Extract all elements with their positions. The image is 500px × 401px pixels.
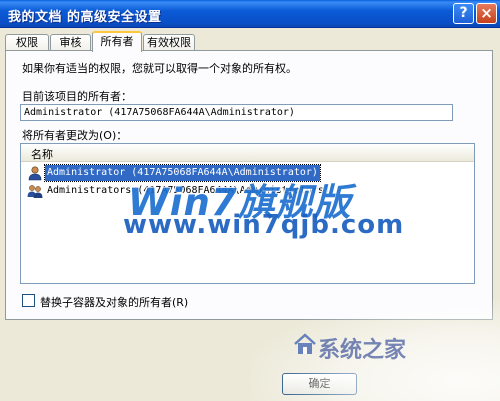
watermark-site-name: 系统之家 xyxy=(318,338,407,363)
intro-text: 如果你有适当的权限，您就可以取得一个对象的所有权。 xyxy=(22,62,297,75)
house-logo-icon xyxy=(294,333,316,354)
tab-owner[interactable]: 所有者 xyxy=(92,31,142,52)
watermark-url: www.win7qjb.com xyxy=(123,210,405,240)
list-header[interactable]: 名称 xyxy=(21,144,474,162)
ok-button[interactable]: 确定 xyxy=(282,373,357,395)
change-owner-label: 将所有者更改为(O)： xyxy=(22,129,128,142)
replace-owner-checkbox[interactable] xyxy=(22,294,35,307)
current-owner-field[interactable]: Administrator (417A75068FA644A\Administr… xyxy=(20,104,453,121)
column-name-header: 名称 xyxy=(31,148,53,161)
window-title: 我的文档 的高级安全设置 xyxy=(8,10,162,25)
tab-auditing[interactable]: 审核 xyxy=(50,34,91,51)
current-owner-label: 目前该项目的所有者： xyxy=(22,90,132,103)
tab-effective-permissions[interactable]: 有效权限 xyxy=(143,34,195,51)
tab-permissions[interactable]: 权限 xyxy=(5,34,49,51)
close-button[interactable]: × xyxy=(476,3,497,24)
replace-owner-label: 替换子容器及对象的所有者(R) xyxy=(40,296,189,309)
help-button[interactable]: ? xyxy=(453,3,474,24)
title-bar[interactable]: 我的文档 的高级安全设置 ? × xyxy=(0,0,500,28)
user-icon xyxy=(28,166,42,181)
group-icon xyxy=(27,185,43,198)
